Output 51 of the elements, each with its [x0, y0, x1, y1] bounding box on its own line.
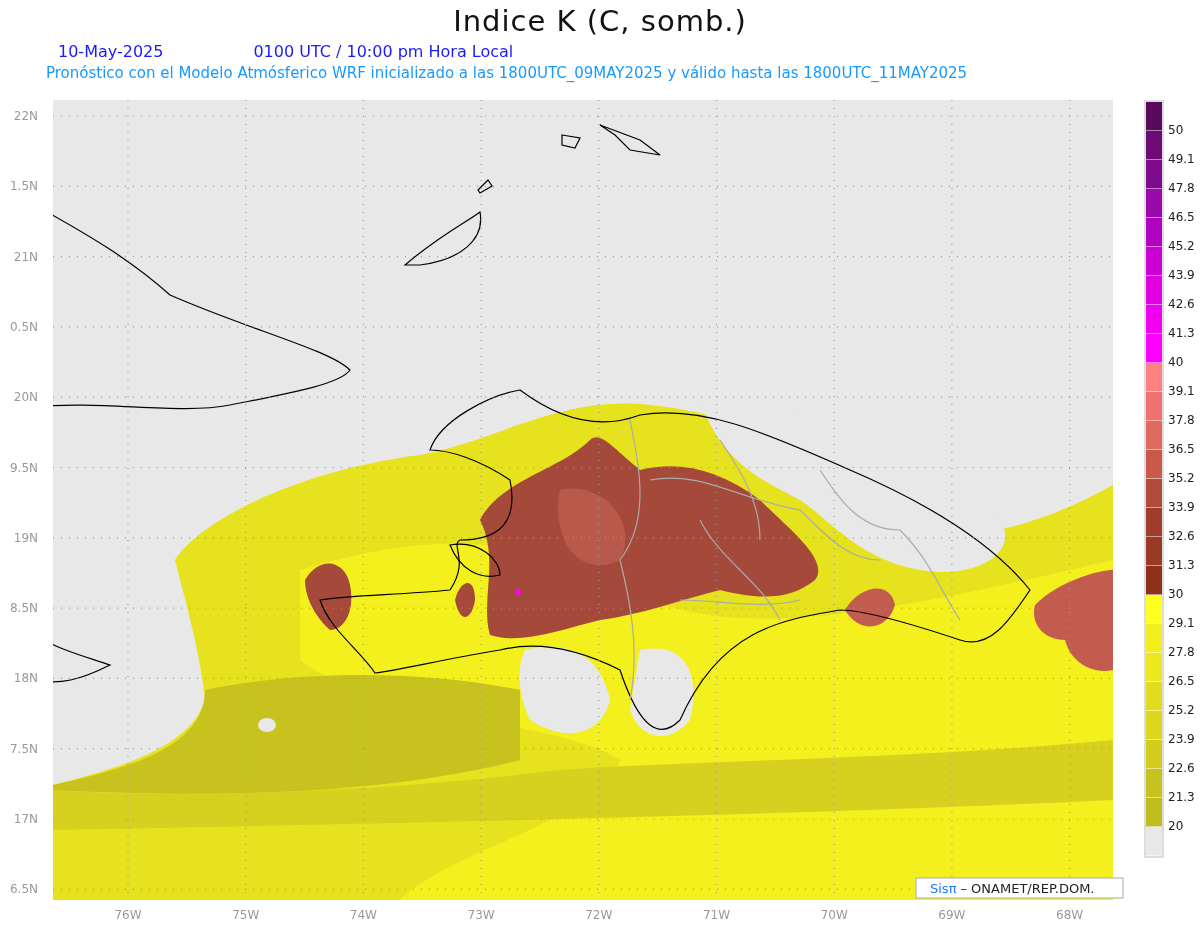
- longitude-label: 75W: [232, 908, 260, 922]
- time-text: 0100 UTC / 10:00 pm Hora Local: [253, 42, 514, 63]
- latitude-label: 19N: [13, 530, 38, 545]
- latitude-label: 9.5N: [9, 460, 38, 475]
- longitude-label: 68W: [1056, 908, 1084, 922]
- latitude-label: 1.5N: [9, 179, 38, 194]
- forecast-subtitle: Pronóstico con el Modelo Atmósferico WRF inicializado a las 1800UTC_09MAY2025 y válido hasta las 1800UTC_11MAY2025: [45, 64, 969, 82]
- legend-label: 50: [1168, 123, 1184, 137]
- legend-label: 36.5: [1168, 442, 1195, 456]
- longitude-label: 72W: [585, 908, 613, 922]
- legend-label: 29.1: [1168, 616, 1195, 630]
- longitude-label: 73W: [467, 908, 495, 922]
- longitude-label: 71W: [702, 908, 731, 922]
- legend-label: 20: [1168, 819, 1184, 833]
- latitude-label: 21N: [13, 249, 38, 264]
- legend-label: 39.1: [1168, 384, 1195, 398]
- latitude-label: 7.5N: [9, 741, 38, 756]
- legend-label: 25.2: [1168, 703, 1195, 717]
- legend-label: 31.3: [1168, 558, 1195, 572]
- map-title: Indice K (C, somb.): [452, 4, 748, 40]
- legend-label: 30: [1168, 587, 1184, 601]
- credit-label: Sisπ – ONAMET/REP.DOM.: [915, 877, 1124, 899]
- legend-label: 33.9: [1168, 500, 1195, 514]
- legend-label: 45.2: [1168, 239, 1195, 253]
- longitude-label: 69W: [938, 908, 966, 922]
- latitude-label: 20N: [13, 390, 38, 405]
- latitude-label: 22N: [13, 109, 38, 123]
- latitude-label: 0.5N: [9, 319, 38, 334]
- legend-label: 42.6: [1168, 297, 1195, 311]
- latitude-label: 18N: [13, 671, 38, 686]
- legend-label: 21.3: [1168, 790, 1195, 804]
- longitude-label: 76W: [114, 908, 142, 922]
- date-text: 10-May-2025: [58, 42, 164, 63]
- legend-label: 40: [1168, 355, 1184, 369]
- legend-label: 47.8: [1168, 181, 1195, 195]
- latitude-label: 17N: [13, 812, 38, 826]
- legend-label: 41.3: [1168, 326, 1195, 340]
- legend-label: 32.6: [1168, 529, 1195, 543]
- legend-label: 46.5: [1168, 210, 1195, 224]
- latitude-label: 6.5N: [9, 882, 38, 897]
- longitude-label: 74W: [349, 908, 377, 922]
- legend-label: 37.8: [1168, 413, 1195, 427]
- legend-label: 27.8: [1168, 645, 1195, 659]
- legend-label: 43.9: [1168, 268, 1195, 282]
- longitude-label: 70W: [820, 908, 848, 922]
- legend-label: 22.6: [1168, 761, 1195, 775]
- legend-label: 23.9: [1168, 732, 1195, 746]
- legend-label: 49.1: [1168, 152, 1195, 166]
- legend-label: 35.2: [1168, 471, 1195, 485]
- legend-label: 26.5: [1168, 674, 1195, 688]
- latitude-label: 8.5N: [9, 601, 38, 616]
